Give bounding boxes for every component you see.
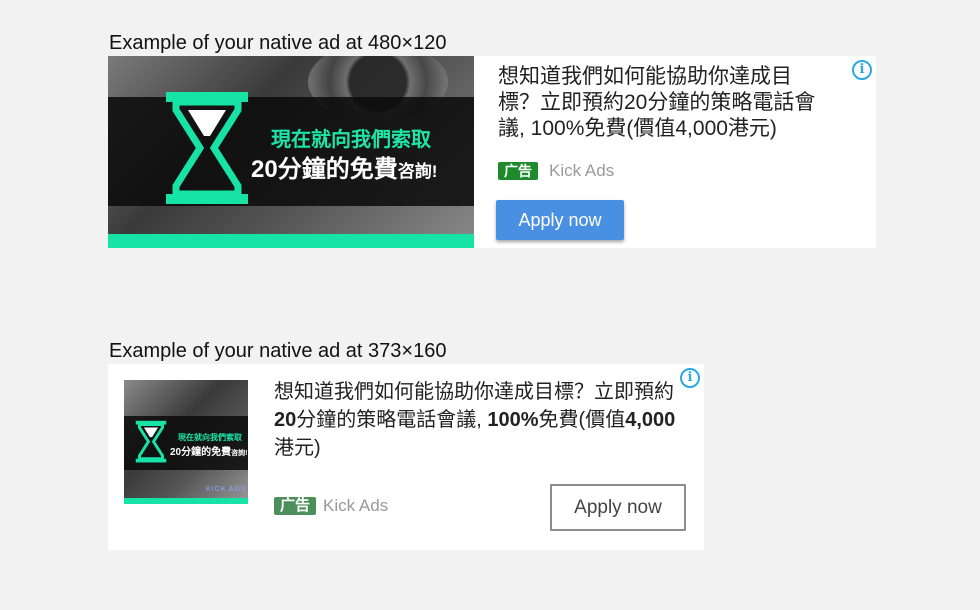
apply-now-button[interactable]: Apply now [550,484,686,531]
image-brand-text: KICK ADS [206,486,247,493]
native-ad-373x160[interactable]: 現在就向我們索取 20分鐘的免費咨詢! KICK ADS 想知道我們如何能協助你… [108,364,704,550]
ad1-image[interactable]: 現在就向我們索取 20分鐘的免費咨詢! [108,56,474,248]
apply-now-button[interactable]: Apply now [496,200,624,240]
ad2-caption: Example of your native ad at 373×160 [109,340,447,362]
ad1-attribution: 广告 Kick Ads [498,161,614,181]
ad2-attribution: 广告 Kick Ads [274,496,388,516]
image-headline-1: 現在就向我們索取 [271,129,431,151]
ad2-headline[interactable]: 想知道我們如何能協助你達成目標？立即預約20分鐘的策略電話會議, 100%免費(… [274,378,692,462]
image-headline-2: 20分鐘的免費咨詢! [251,156,438,183]
info-icon[interactable]: i [680,368,700,388]
native-ad-480x120[interactable]: 現在就向我們索取 20分鐘的免費咨詢! 想知道我們如何能協助你達成目標？立即預約… [108,56,876,248]
ad1-caption: Example of your native ad at 480×120 [109,32,447,54]
image-headline-2: 20分鐘的免費咨詢! [170,447,248,458]
hourglass-icon [166,92,248,204]
ad-badge: 广告 [498,162,538,180]
image-accent-bar [124,498,248,504]
hourglass-icon [135,420,167,463]
ad1-headline[interactable]: 想知道我們如何能協助你達成目標？立即預約20分鐘的策略電話會議, 100%免費(… [498,64,828,142]
advertiser-name: Kick Ads [323,496,389,515]
ad2-image[interactable]: 現在就向我們索取 20分鐘的免費咨詢! KICK ADS [124,380,248,504]
advertiser-name: Kick Ads [549,161,615,180]
ad-badge: 广告 [274,497,317,515]
info-icon[interactable]: i [852,60,872,80]
image-accent-bar [108,234,474,248]
image-headline-1: 現在就向我們索取 [178,433,242,442]
